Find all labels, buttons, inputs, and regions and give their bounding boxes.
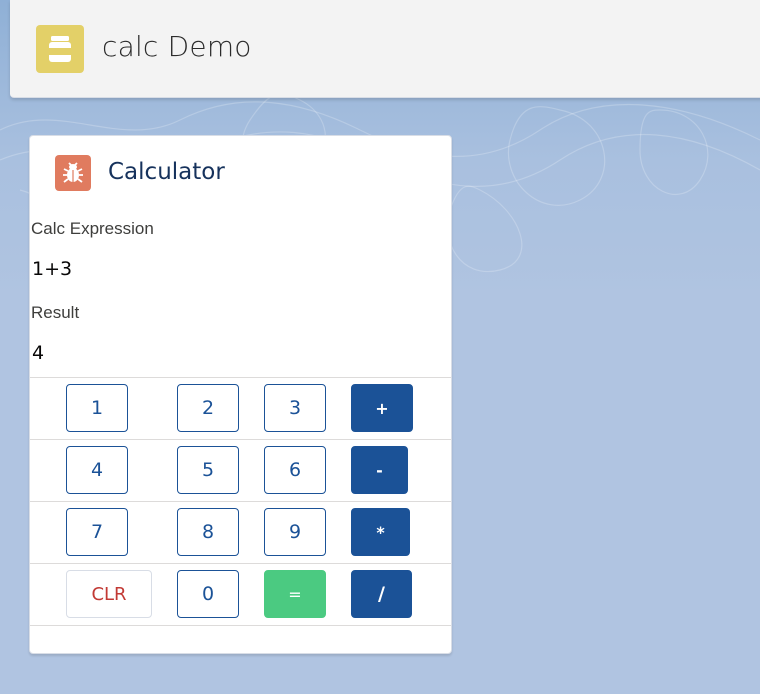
keypad-bottom-divider [30,625,451,626]
keypad-row-4: CLR 0 = / [30,563,451,625]
digit-2-button[interactable]: 2 [177,384,239,432]
calculator-card: Calculator Calc Expression 1+3 Result 4 … [29,135,452,654]
plus-button[interactable]: + [351,384,413,432]
jar-icon [49,36,71,62]
result-label: Result [31,303,80,322]
calc-expression-label: Calc Expression [31,219,154,238]
digit-5-button[interactable]: 5 [177,446,239,494]
product-icon [36,25,84,73]
keypad-row-2: 4 5 6 - [30,439,451,501]
multiply-button[interactable]: * [351,508,410,556]
digit-0-button[interactable]: 0 [177,570,239,618]
digit-1-button[interactable]: 1 [66,384,128,432]
page-header: calc Demo [10,0,760,98]
digit-4-button[interactable]: 4 [66,446,128,494]
divide-button[interactable]: / [351,570,412,618]
minus-button[interactable]: - [351,446,408,494]
digit-6-button[interactable]: 6 [264,446,326,494]
digit-7-button[interactable]: 7 [66,508,128,556]
equals-button[interactable]: = [264,570,326,618]
app-title: calc Demo [102,30,252,63]
clear-button[interactable]: CLR [66,570,152,618]
digit-8-button[interactable]: 8 [177,508,239,556]
digit-9-button[interactable]: 9 [264,508,326,556]
bug-icon [55,155,91,191]
keypad-row-3: 7 8 9 * [30,501,451,563]
digit-3-button[interactable]: 3 [264,384,326,432]
result-value: 4 [32,342,45,364]
calc-expression-value: 1+3 [32,258,73,280]
keypad-row-1: 1 2 3 + [30,377,451,439]
card-title: Calculator [108,159,225,185]
